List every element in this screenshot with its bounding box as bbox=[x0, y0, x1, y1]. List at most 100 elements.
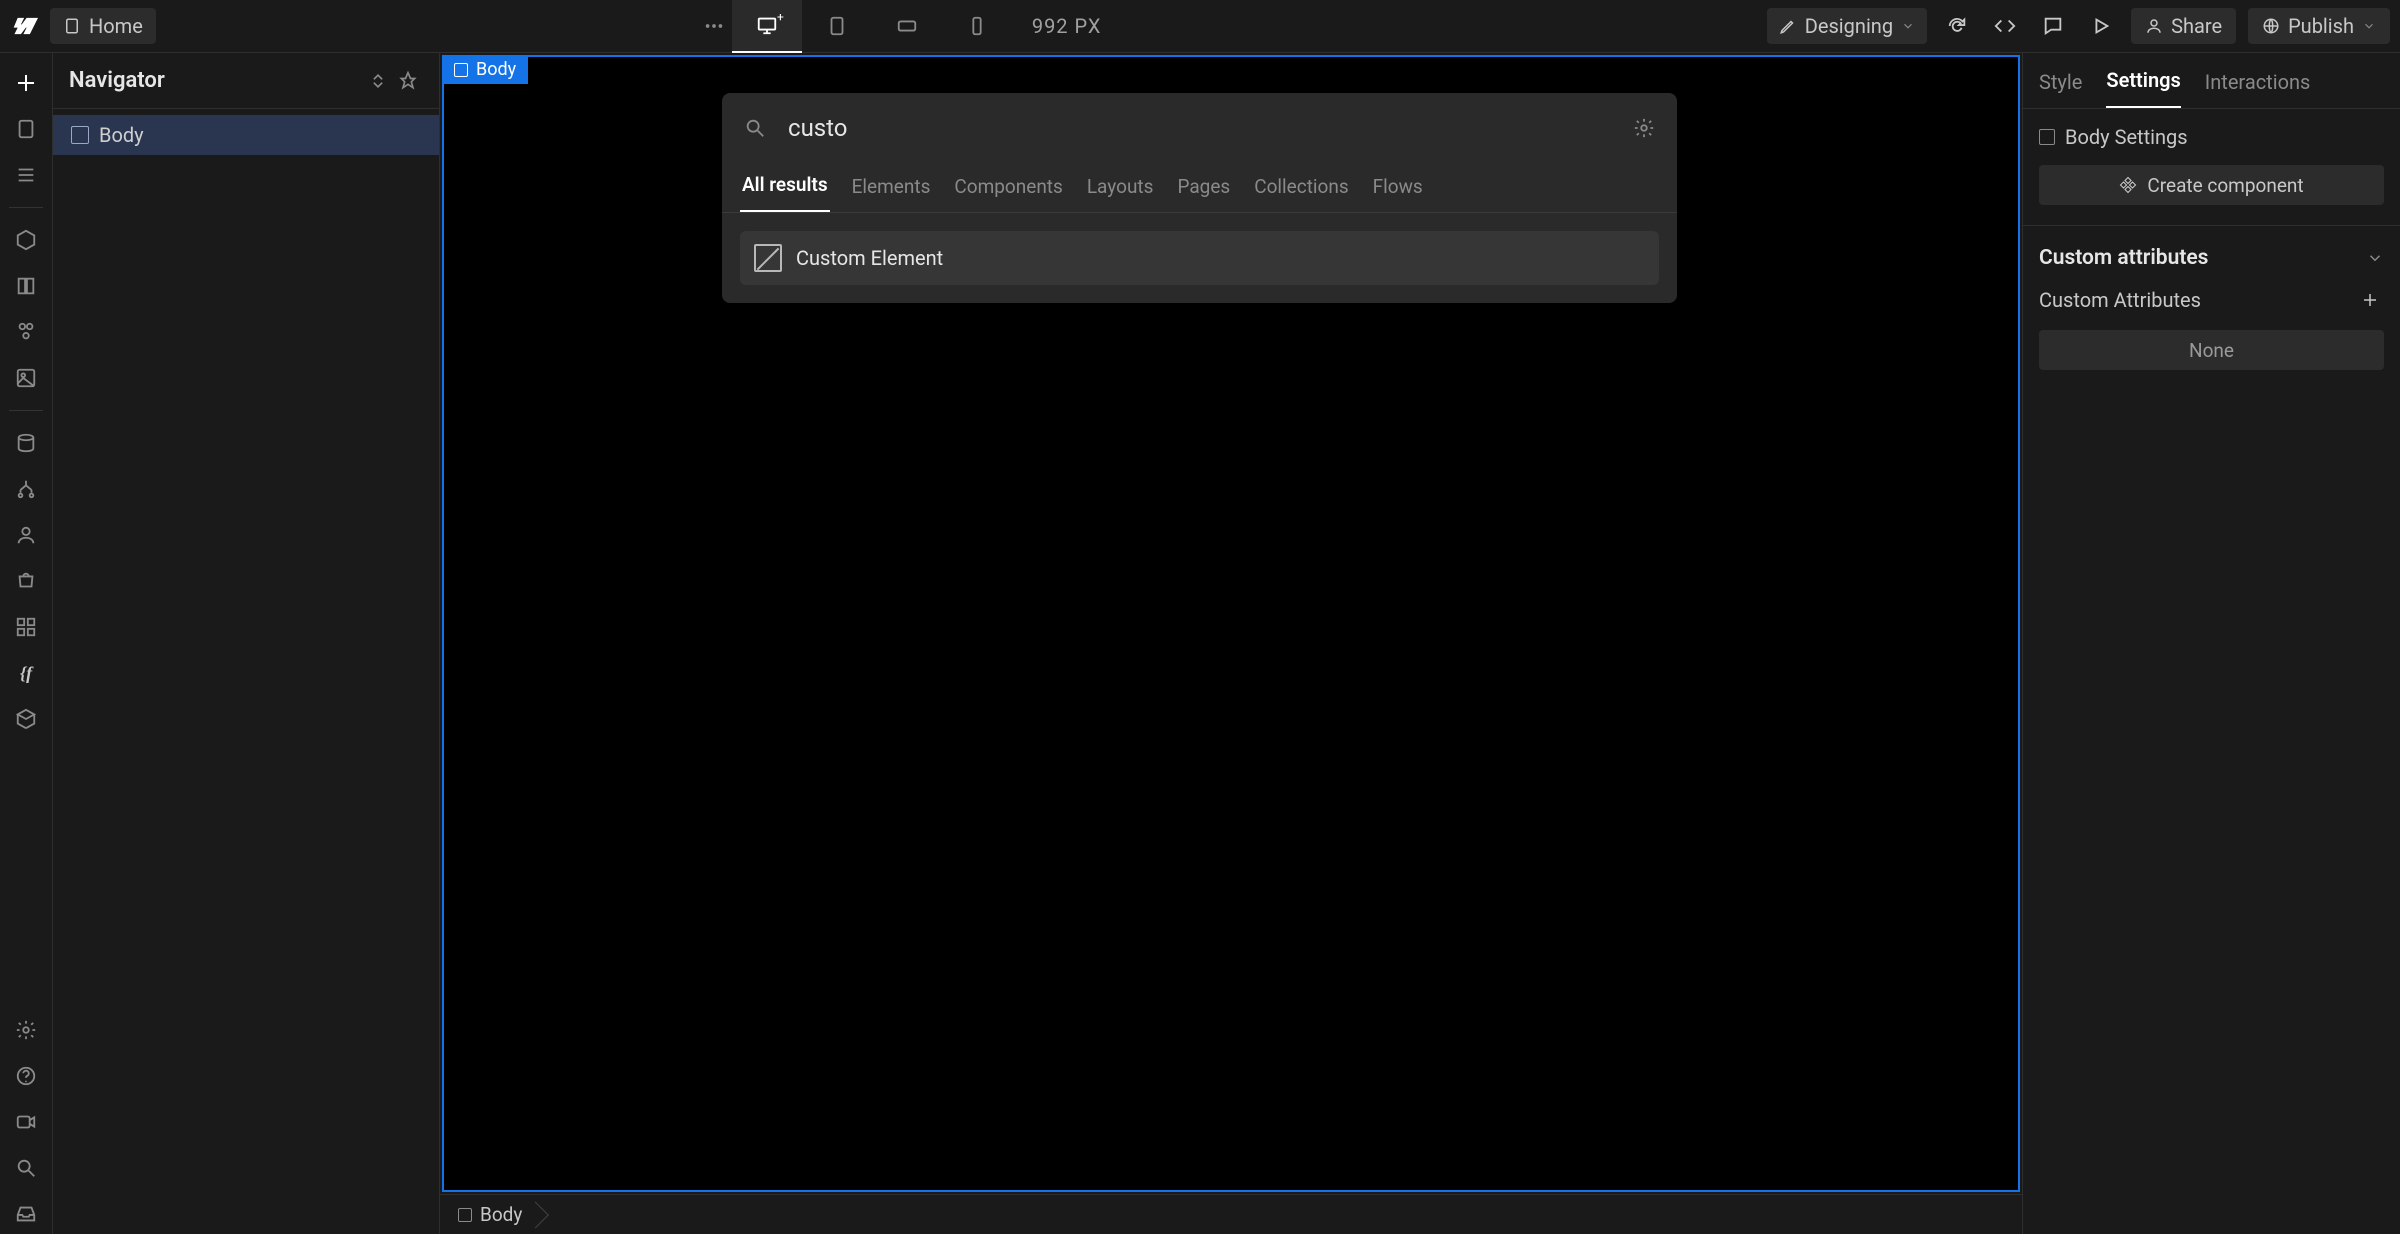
phone-landscape-icon bbox=[896, 15, 918, 37]
refresh-button[interactable] bbox=[1939, 8, 1975, 44]
selected-element-tag[interactable]: Body bbox=[442, 55, 528, 84]
rail-inbox-button[interactable] bbox=[6, 1194, 46, 1234]
breakpoint-phone-landscape-button[interactable] bbox=[872, 0, 942, 53]
quick-find-input[interactable] bbox=[788, 114, 1633, 142]
pencil-icon bbox=[1779, 17, 1797, 35]
chevron-down-icon bbox=[1901, 19, 1915, 33]
custom-attributes-sub-label: Custom Attributes bbox=[2039, 288, 2201, 312]
left-rail: {f bbox=[0, 53, 53, 1234]
body-settings-label: Body Settings bbox=[2065, 125, 2188, 149]
navigator-title: Navigator bbox=[69, 68, 165, 93]
preview-button[interactable] bbox=[2083, 8, 2119, 44]
rail-add-button[interactable] bbox=[6, 63, 46, 103]
custom-attributes-section-label: Custom attributes bbox=[2039, 246, 2208, 270]
create-component-button[interactable]: Create component bbox=[2039, 165, 2384, 205]
quick-find-search-row bbox=[722, 93, 1677, 163]
comment-button[interactable] bbox=[2035, 8, 2071, 44]
rail-styles-button[interactable] bbox=[6, 312, 46, 352]
body-element-icon bbox=[454, 63, 468, 77]
body-element-icon bbox=[71, 126, 89, 144]
comment-icon bbox=[2042, 15, 2064, 37]
code-button[interactable] bbox=[1987, 8, 2023, 44]
share-button[interactable]: Share bbox=[2131, 8, 2236, 44]
canvas-body-outline[interactable]: Body All results Elements Components bbox=[442, 55, 2020, 1192]
tab-style[interactable]: Style bbox=[2039, 70, 2082, 108]
selected-element-label: Body bbox=[476, 59, 516, 80]
breadcrumb-label: Body bbox=[480, 1203, 522, 1226]
plus-badge: + bbox=[777, 10, 784, 24]
viewport-width-readout: 992 PX bbox=[1032, 14, 1102, 38]
quick-find-tab-flows[interactable]: Flows bbox=[1371, 175, 1425, 212]
rail-pages-button[interactable] bbox=[6, 109, 46, 149]
quick-find-tab-all-results[interactable]: All results bbox=[740, 173, 830, 212]
navigator-header: Navigator bbox=[53, 53, 439, 109]
quick-find-result-label: Custom Element bbox=[796, 246, 943, 270]
quick-find-tab-pages[interactable]: Pages bbox=[1175, 175, 1232, 212]
canvas-breadcrumb: Body bbox=[440, 1194, 2022, 1234]
create-component-label: Create component bbox=[2147, 174, 2303, 197]
tree-row-body[interactable]: Body bbox=[53, 115, 439, 155]
breakpoint-phone-button[interactable] bbox=[942, 0, 1012, 53]
quick-find-results: Custom Element bbox=[722, 213, 1677, 303]
share-label: Share bbox=[2171, 14, 2222, 38]
rail-search-button[interactable] bbox=[6, 1148, 46, 1188]
user-icon bbox=[2145, 17, 2163, 35]
right-panel-tabs: Style Settings Interactions bbox=[2023, 53, 2400, 109]
designing-mode-button[interactable]: Designing bbox=[1767, 8, 1927, 44]
rail-logic-button[interactable] bbox=[6, 469, 46, 509]
webflow-logo-icon[interactable] bbox=[10, 11, 40, 41]
more-horizontal-icon[interactable] bbox=[696, 8, 732, 44]
body-element-icon bbox=[2039, 129, 2055, 145]
right-panel: Style Settings Interactions Body Setting… bbox=[2022, 53, 2400, 1234]
quick-find-popover: All results Elements Components Layouts … bbox=[722, 93, 1677, 303]
quick-find-settings-button[interactable] bbox=[1633, 117, 1655, 139]
quick-find-tab-elements[interactable]: Elements bbox=[850, 175, 933, 212]
code-icon bbox=[1994, 15, 2016, 37]
rail-finsweet-button[interactable]: {f bbox=[6, 653, 46, 693]
rail-ecommerce-button[interactable] bbox=[6, 561, 46, 601]
quick-find-tab-collections[interactable]: Collections bbox=[1252, 175, 1350, 212]
breadcrumb-body[interactable]: Body bbox=[454, 1203, 536, 1226]
component-icon bbox=[2119, 176, 2137, 194]
phone-icon bbox=[966, 15, 988, 37]
rail-users-button[interactable] bbox=[6, 515, 46, 555]
tree-row-label: Body bbox=[99, 123, 144, 147]
rail-components-button[interactable] bbox=[6, 220, 46, 260]
quick-find-tabs: All results Elements Components Layouts … bbox=[722, 163, 1677, 213]
rail-help-button[interactable] bbox=[6, 1056, 46, 1096]
canvas-stage[interactable]: Body All results Elements Components bbox=[440, 53, 2022, 1194]
rail-settings-button[interactable] bbox=[6, 1010, 46, 1050]
tab-interactions[interactable]: Interactions bbox=[2205, 70, 2311, 108]
body-element-icon bbox=[458, 1208, 472, 1222]
publish-button[interactable]: Publish bbox=[2248, 8, 2390, 44]
custom-attributes-section-header[interactable]: Custom attributes bbox=[2039, 246, 2384, 270]
collapse-all-button[interactable] bbox=[363, 66, 393, 96]
body-settings-title: Body Settings bbox=[2039, 125, 2384, 149]
custom-attributes-sub-row: Custom Attributes bbox=[2039, 286, 2384, 314]
rail-cube-button[interactable] bbox=[6, 699, 46, 739]
rail-navigator-button[interactable] bbox=[6, 155, 46, 195]
navigator-panel: Navigator Body bbox=[53, 53, 440, 1234]
rail-apps-button[interactable] bbox=[6, 607, 46, 647]
none-label: None bbox=[2189, 339, 2234, 362]
quick-find-tab-components[interactable]: Components bbox=[952, 175, 1064, 212]
breakpoint-tablet-button[interactable] bbox=[802, 0, 872, 53]
custom-attributes-none: None bbox=[2039, 330, 2384, 370]
publish-label: Publish bbox=[2288, 14, 2354, 38]
add-attribute-button[interactable] bbox=[2356, 286, 2384, 314]
quick-find-tab-layouts[interactable]: Layouts bbox=[1085, 175, 1156, 212]
home-button[interactable]: Home bbox=[50, 8, 156, 44]
rail-cms-button[interactable] bbox=[6, 423, 46, 463]
tab-settings[interactable]: Settings bbox=[2106, 68, 2180, 108]
breakpoint-desktop-button[interactable]: + bbox=[732, 0, 802, 53]
rail-assets-button[interactable] bbox=[6, 358, 46, 398]
chevron-down-icon bbox=[2362, 19, 2376, 33]
rail-video-button[interactable] bbox=[6, 1102, 46, 1142]
quick-find-result-custom-element[interactable]: Custom Element bbox=[740, 231, 1659, 285]
page-icon bbox=[63, 17, 81, 35]
chevron-down-icon[interactable] bbox=[2366, 249, 2384, 267]
play-icon bbox=[2090, 15, 2112, 37]
pin-button[interactable] bbox=[393, 66, 423, 96]
home-button-label: Home bbox=[89, 14, 143, 38]
rail-variables-button[interactable] bbox=[6, 266, 46, 306]
